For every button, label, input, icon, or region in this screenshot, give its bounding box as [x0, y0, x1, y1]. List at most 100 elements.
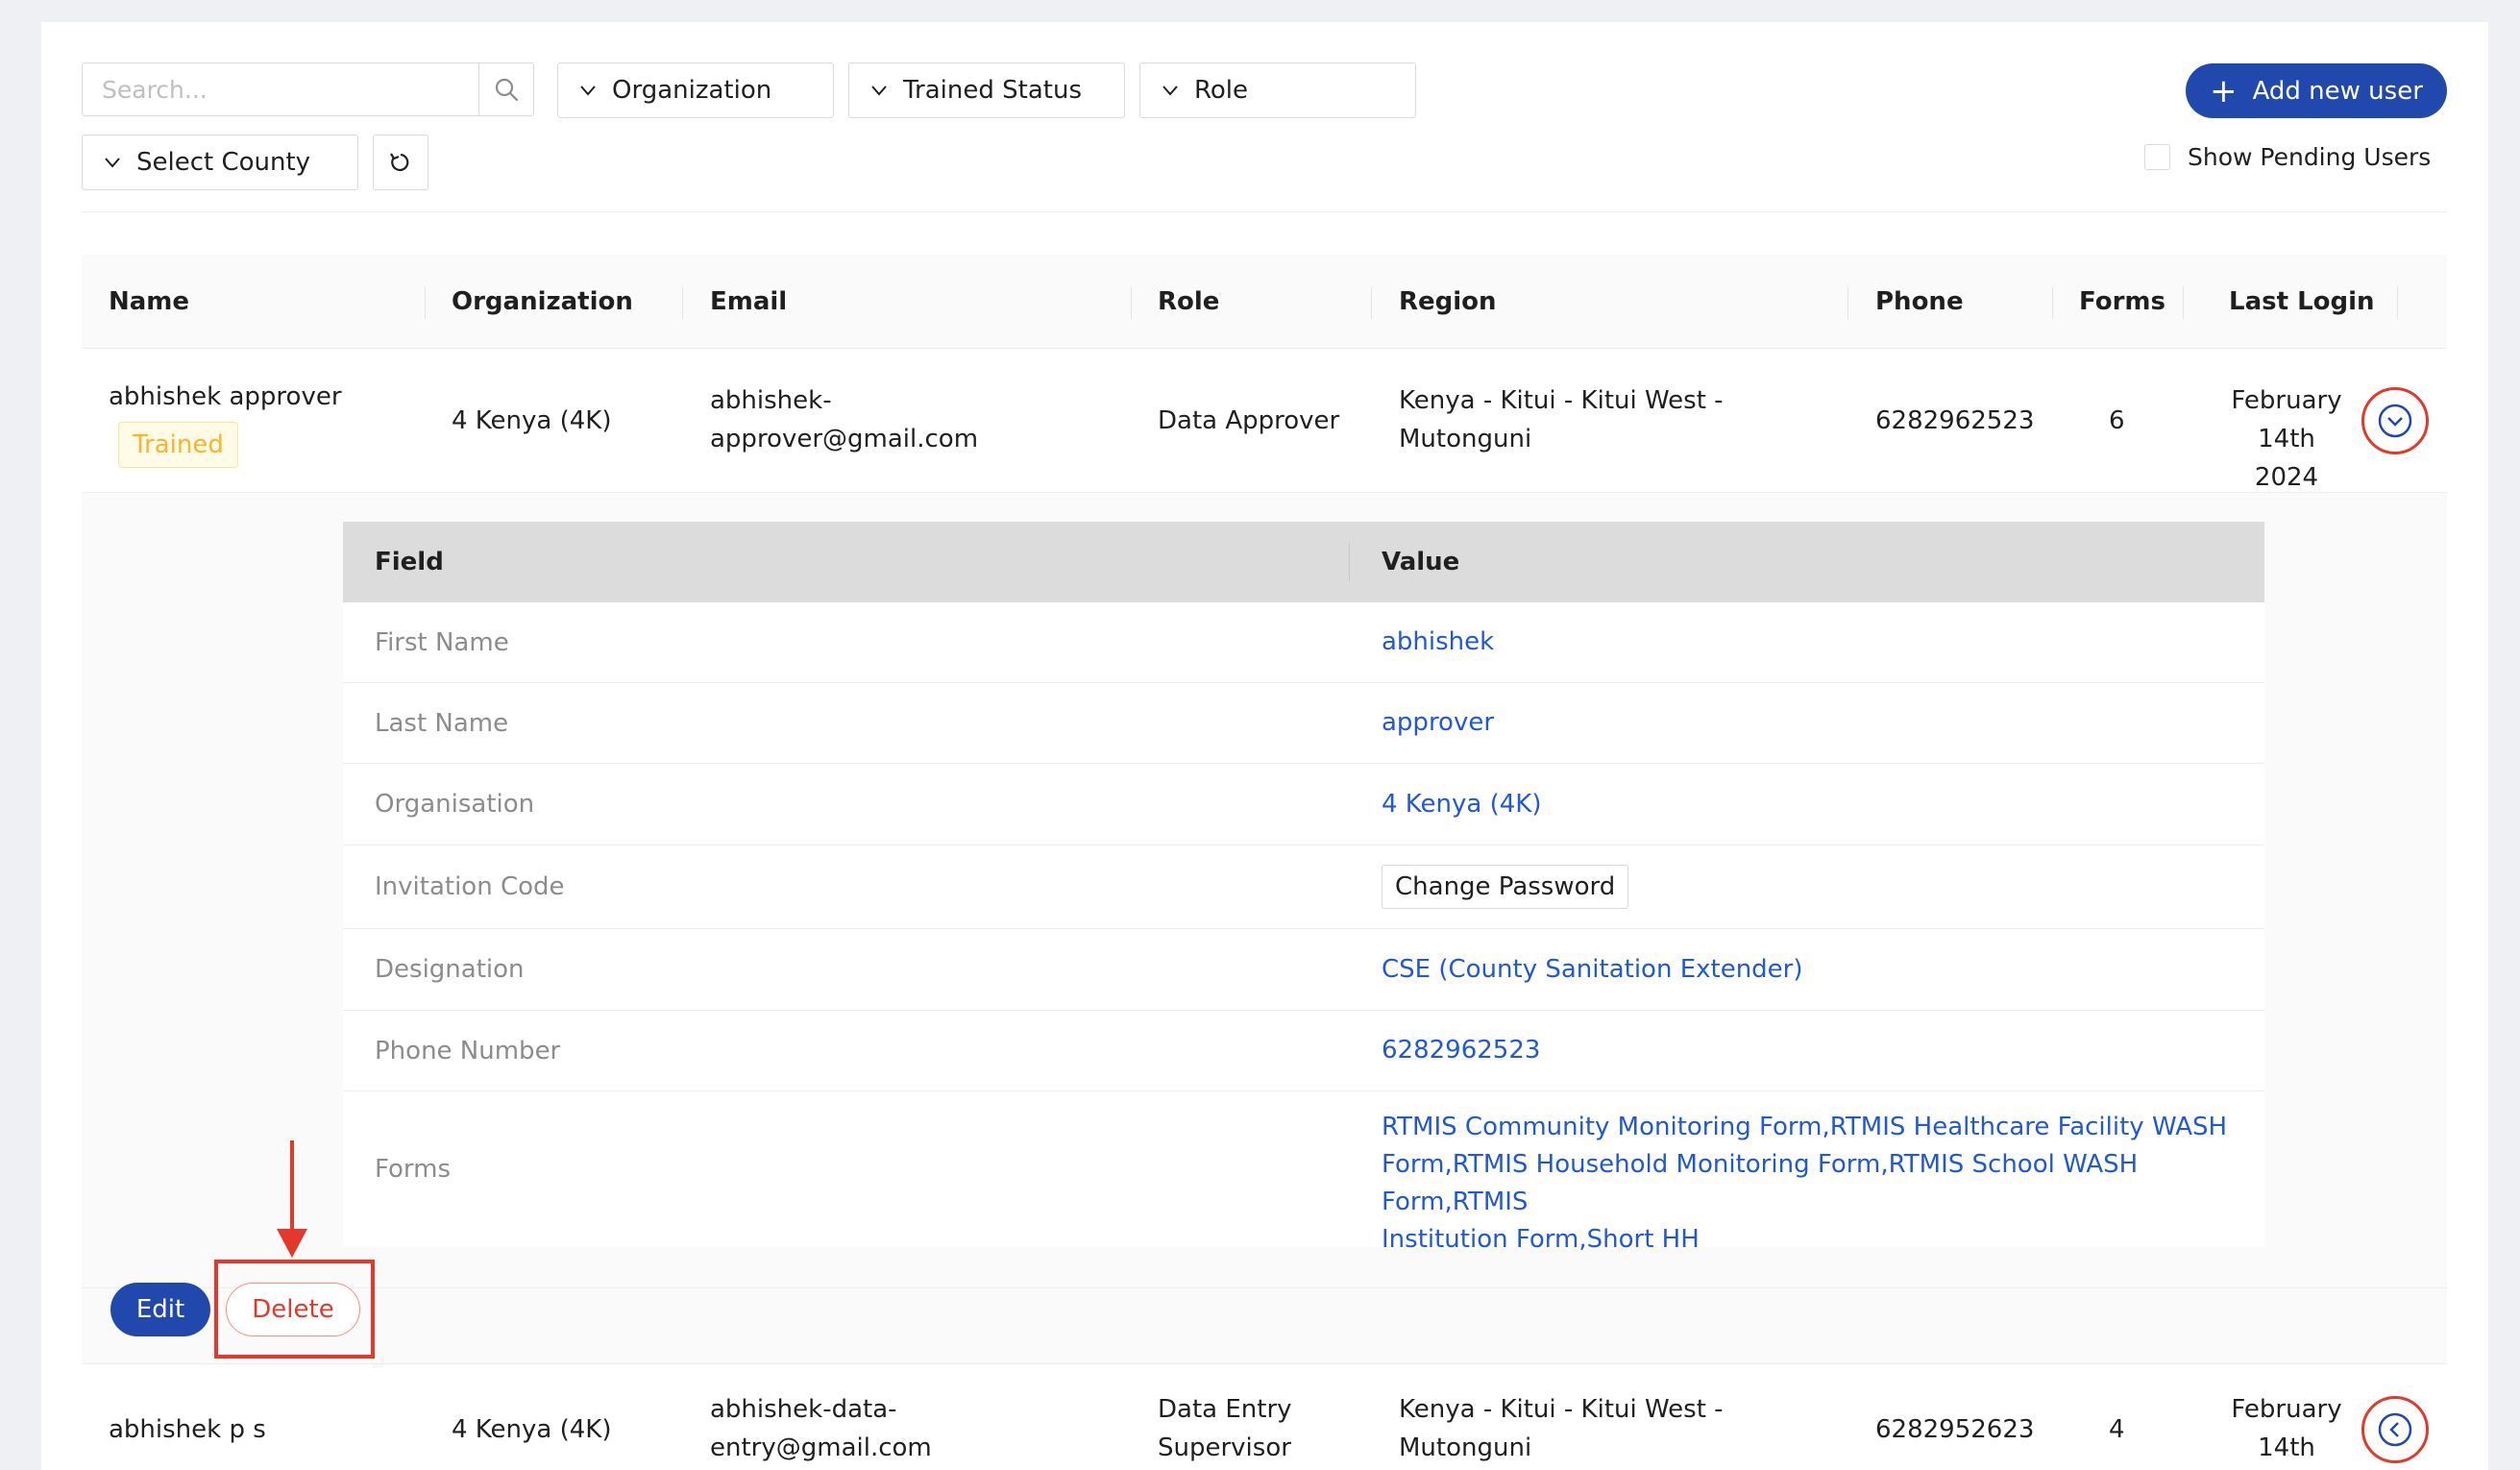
- column-header-phone[interactable]: Phone: [1875, 255, 1964, 349]
- reset-filters-button[interactable]: [373, 135, 428, 190]
- field-header: Field: [375, 548, 444, 576]
- detail-row-designation: Designation CSE (County Sanitation Exten…: [343, 929, 2264, 1011]
- search-button[interactable]: [478, 62, 534, 116]
- user-role-cell: Data Entry Supervisor: [1158, 1390, 1292, 1467]
- users-table-header: Name Organization Email Role Region Phon…: [82, 255, 2447, 349]
- column-header-email[interactable]: Email: [710, 255, 787, 349]
- forms-line: Form,RTMIS Household Monitoring Form,RTM…: [1382, 1150, 2139, 1216]
- detail-label: Organisation: [375, 790, 535, 819]
- user-name: abhishek p s: [109, 1415, 266, 1444]
- county-filter-label: Select County: [136, 148, 311, 177]
- column-header-region[interactable]: Region: [1399, 255, 1497, 349]
- user-name-cell: abhishek approver Trained: [109, 378, 342, 468]
- user-role: Data Approver: [1158, 406, 1340, 435]
- user-role-line2: Supervisor: [1158, 1433, 1291, 1462]
- edit-user-button[interactable]: Edit: [110, 1283, 210, 1336]
- detail-row-first-name: First Name abhishek: [343, 602, 2264, 683]
- user-last-login-line2: 14th 2024: [2258, 1433, 2315, 1462]
- detail-value: abhishek: [1382, 627, 1495, 656]
- detail-value-forms: RTMIS Community Monitoring Form,RTMIS He…: [1382, 1109, 2264, 1259]
- chevron-down-circle-icon: [2378, 404, 2412, 438]
- reload-icon: [390, 153, 409, 172]
- column-header-name[interactable]: Name: [109, 255, 189, 349]
- column-divider: [682, 286, 683, 319]
- annotation-arrow: [290, 1140, 294, 1237]
- organization-filter[interactable]: Organization: [557, 62, 834, 118]
- details-table-header: Field Value: [343, 522, 2264, 602]
- column-header-forms[interactable]: Forms: [2079, 255, 2165, 349]
- toolbar-divider: [82, 211, 2447, 212]
- detail-label: Designation: [375, 955, 525, 984]
- show-pending-checkbox[interactable]: [2144, 143, 2170, 170]
- column-divider: [2183, 286, 2184, 319]
- change-password-button[interactable]: Change Password: [1382, 865, 1629, 909]
- detail-value: 6282962523: [1382, 1036, 1541, 1065]
- column-divider: [425, 286, 426, 319]
- user-forms-count: 4: [2109, 1415, 2125, 1444]
- chevron-down-icon: [871, 86, 887, 96]
- user-region-line1: Kenya - Kitui - Kitui West -: [1399, 386, 1724, 415]
- organization-filter-label: Organization: [612, 76, 772, 105]
- detail-value: CSE (County Sanitation Extender): [1382, 954, 1803, 984]
- column-header-role[interactable]: Role: [1158, 255, 1219, 349]
- user-last-login-cell: February 14th 2024: [2229, 381, 2344, 497]
- user-email-line2: entry@gmail.com: [710, 1433, 932, 1462]
- chevron-left-circle-icon: [2378, 1412, 2412, 1447]
- expand-row-button[interactable]: [2361, 1396, 2429, 1463]
- user-organization: 4 Kenya (4K): [452, 406, 612, 435]
- user-last-login-cell: February 14th 2024: [2229, 1390, 2344, 1470]
- show-pending-users-toggle[interactable]: Show Pending Users: [2144, 137, 2431, 176]
- user-organization: 4 Kenya (4K): [452, 1415, 612, 1444]
- trained-status-filter-label: Trained Status: [903, 76, 1082, 105]
- column-header-organization[interactable]: Organization: [452, 255, 633, 349]
- user-last-login-line1: February: [2231, 1395, 2342, 1424]
- search-input[interactable]: [83, 63, 478, 115]
- show-pending-label: Show Pending Users: [2188, 142, 2432, 171]
- chevron-down-icon: [1162, 86, 1178, 96]
- detail-value: approver: [1382, 708, 1495, 737]
- detail-label: Phone Number: [375, 1036, 561, 1066]
- detail-label: Forms: [375, 1155, 452, 1184]
- column-divider: [1371, 286, 1372, 319]
- add-new-user-button[interactable]: + Add new user: [2186, 63, 2447, 118]
- annotation-arrowhead-icon: [277, 1229, 307, 1258]
- search-icon: [495, 78, 519, 102]
- column-divider: [1131, 286, 1132, 319]
- user-region-line1: Kenya - Kitui - Kitui West -: [1399, 1395, 1724, 1424]
- detail-row-invitation-code: Invitation Code Change Password: [343, 845, 2264, 929]
- county-filter[interactable]: Select County: [82, 135, 358, 190]
- user-phone: 6282962523: [1875, 406, 2035, 435]
- user-last-login-line2: 14th 2024: [2254, 425, 2319, 492]
- user-region-cell: Kenya - Kitui - Kitui West - Mutonguni: [1399, 381, 1724, 458]
- table-row[interactable]: abhishek p s 4 Kenya (4K) abhishek-data-…: [82, 1367, 2447, 1470]
- plus-icon: +: [2210, 71, 2238, 110]
- add-new-user-label: Add new user: [2252, 76, 2423, 106]
- detail-value: 4 Kenya (4K): [1382, 789, 1542, 819]
- user-management-card: Organization Trained Status Role Select …: [41, 22, 2488, 1470]
- detail-label: Last Name: [375, 708, 509, 738]
- user-email-cell: abhishek- approver@gmail.com: [710, 381, 978, 458]
- user-email-line2: approver@gmail.com: [710, 425, 979, 453]
- column-divider: [1847, 286, 1848, 319]
- role-filter[interactable]: Role: [1139, 62, 1416, 118]
- user-region-line2: Mutonguni: [1399, 425, 1532, 453]
- trained-status-filter[interactable]: Trained Status: [848, 62, 1125, 118]
- column-header-last-login[interactable]: Last Login: [2229, 255, 2375, 349]
- user-email-cell: abhishek-data- entry@gmail.com: [710, 1390, 932, 1467]
- user-last-login-line1: February: [2231, 386, 2342, 415]
- expand-row-button[interactable]: [2361, 387, 2429, 454]
- value-header: Value: [1382, 548, 1460, 576]
- table-row[interactable]: abhishek approver Trained 4 Kenya (4K) a…: [82, 349, 2447, 493]
- user-role-line1: Data Entry: [1158, 1395, 1292, 1424]
- chevron-down-icon: [105, 158, 120, 168]
- user-phone: 6282952623: [1875, 1415, 2035, 1444]
- user-email-line1: abhishek-: [710, 386, 832, 415]
- forms-line: RTMIS Community Monitoring Form,RTMIS He…: [1382, 1113, 2228, 1141]
- column-divider: [1349, 543, 1350, 581]
- user-region-line2: Mutonguni: [1399, 1433, 1532, 1462]
- detail-row-forms: Forms RTMIS Community Monitoring Form,RT…: [343, 1091, 2264, 1254]
- column-divider: [2052, 286, 2053, 319]
- detail-row-last-name: Last Name approver: [343, 683, 2264, 764]
- user-region-cell: Kenya - Kitui - Kitui West - Mutonguni: [1399, 1390, 1724, 1467]
- search-box[interactable]: [82, 62, 479, 116]
